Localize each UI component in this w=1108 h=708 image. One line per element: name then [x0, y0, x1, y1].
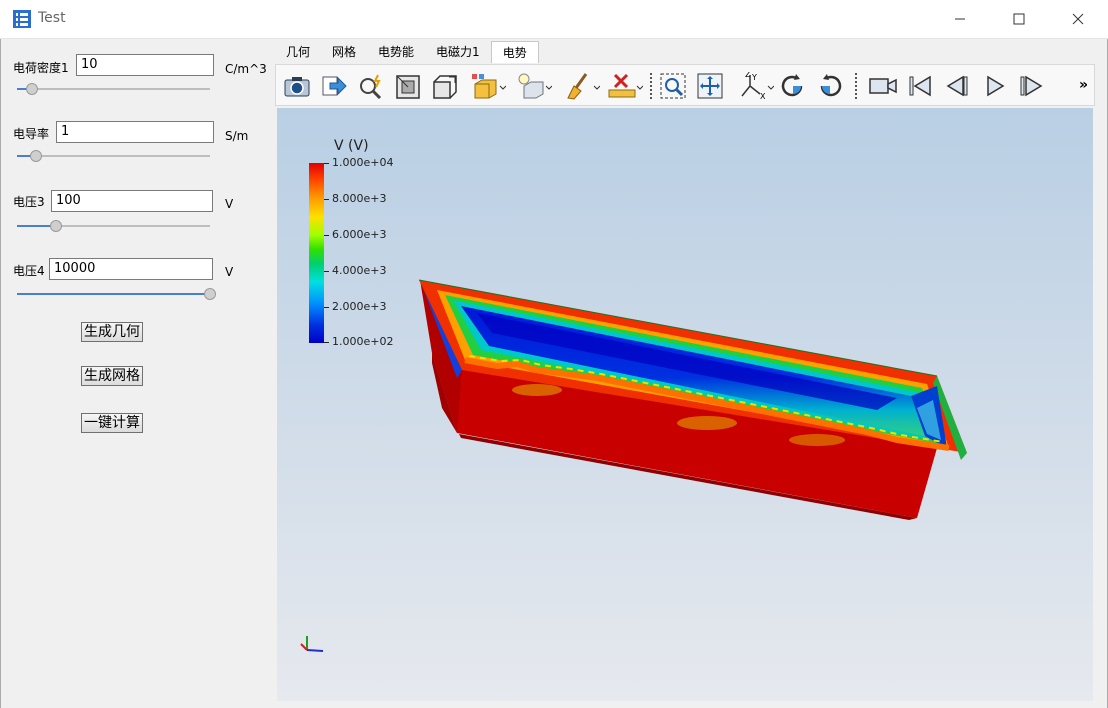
render-mode-icon[interactable]: [470, 71, 506, 101]
rotate-ccw-icon[interactable]: [815, 71, 845, 101]
camera-icon[interactable]: [282, 71, 312, 101]
charge-density-input[interactable]: 10: [76, 54, 214, 76]
charge-density-slider[interactable]: [17, 83, 210, 95]
minimize-icon: [955, 18, 965, 20]
orientation-axes-icon: [300, 636, 324, 652]
light-icon[interactable]: [516, 71, 552, 101]
voltage3-slider[interactable]: [17, 220, 210, 232]
slider-thumb[interactable]: [49, 220, 62, 232]
tab-em-force[interactable]: 电磁力1: [425, 41, 491, 63]
magic-zoom-icon[interactable]: [356, 71, 386, 101]
tab-potential[interactable]: 电势: [490, 41, 539, 63]
svg-text:Y: Y: [751, 73, 757, 82]
maximize-icon: [1013, 13, 1025, 25]
slider-thumb[interactable]: [26, 83, 39, 95]
potential-field-model: [300, 279, 967, 652]
tab-bar: 几何 网格 电势能 电磁力1 电势: [275, 41, 539, 63]
view-iso-icon[interactable]: [430, 71, 460, 101]
conductivity-slider[interactable]: [17, 150, 210, 162]
param-label-voltage3: 电压3: [13, 195, 45, 209]
tab-mesh[interactable]: 网格: [321, 41, 367, 63]
charge-density-unit: C/m^3: [225, 62, 267, 76]
record-icon[interactable]: [868, 71, 898, 101]
toolbar-overflow-button[interactable]: »: [1079, 77, 1088, 93]
3d-viewport[interactable]: V (V) 1.000e+04 8.000e+3 6.000e+3 4.000e…: [277, 108, 1093, 701]
fit-view-icon[interactable]: [695, 71, 725, 101]
maximize-button[interactable]: [996, 0, 1042, 38]
voltage4-unit: V: [225, 265, 234, 279]
param-label-voltage4: 电压4: [13, 264, 45, 278]
result-panel: 几何 网格 电势能 电磁力1 电势 Y Z X » V (V) 1.000e+0…: [275, 39, 1095, 708]
generate-mesh-button[interactable]: 生成网格: [81, 366, 143, 386]
generate-geometry-button[interactable]: 生成几何: [81, 322, 143, 342]
title-bar: Test: [0, 0, 1108, 39]
first-frame-icon[interactable]: [905, 71, 935, 101]
play-icon[interactable]: [979, 71, 1009, 101]
tab-geometry[interactable]: 几何: [275, 41, 321, 63]
conductivity-input[interactable]: 1: [56, 121, 214, 143]
app-icon: [13, 10, 31, 28]
prev-frame-icon[interactable]: [942, 71, 972, 101]
rotate-cw-icon[interactable]: [778, 71, 808, 101]
param-label-conductivity: 电导率: [13, 127, 50, 141]
measure-icon[interactable]: [607, 71, 643, 101]
svg-text:Z: Z: [745, 72, 751, 79]
axes-icon[interactable]: YZ X: [738, 71, 774, 101]
one-click-calculate-button[interactable]: 一键计算: [81, 413, 143, 433]
param-label-charge-density: 电荷密度1: [13, 61, 69, 75]
tab-potential-energy[interactable]: 电势能: [367, 41, 425, 63]
zoom-box-icon[interactable]: [658, 71, 688, 101]
close-button[interactable]: [1055, 0, 1101, 38]
clear-brush-icon[interactable]: [564, 71, 600, 101]
view-front-icon[interactable]: [393, 71, 423, 101]
voltage3-unit: V: [225, 197, 234, 211]
export-icon[interactable]: [319, 71, 349, 101]
voltage3-input[interactable]: 100: [51, 190, 213, 212]
voltage4-input[interactable]: 10000: [49, 258, 213, 280]
minimize-button[interactable]: [937, 0, 983, 38]
conductivity-unit: S/m: [225, 129, 249, 143]
viewer-toolbar: YZ X »: [275, 64, 1095, 106]
main-area: 电荷密度1 10 C/m^3 电导率 1 S/m 电压3 100 V 电压4 1…: [0, 39, 1108, 708]
slider-thumb[interactable]: [204, 288, 216, 300]
close-icon: [1072, 13, 1084, 25]
svg-text:X: X: [760, 92, 766, 100]
window-title: Test: [38, 10, 66, 26]
slider-thumb[interactable]: [30, 150, 43, 162]
parameter-panel: 电荷密度1 10 C/m^3 电导率 1 S/m 电压3 100 V 电压4 1…: [1, 39, 273, 708]
voltage4-slider[interactable]: [17, 288, 216, 300]
next-frame-icon[interactable]: [1016, 71, 1046, 101]
